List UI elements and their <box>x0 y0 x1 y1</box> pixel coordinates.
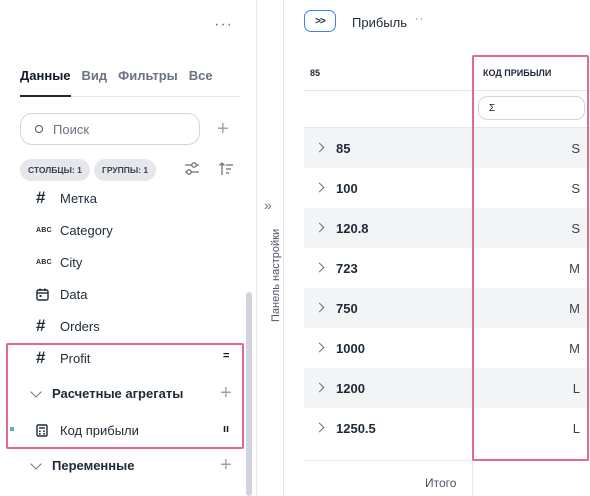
expand-arrows-icon[interactable]: » <box>264 197 272 213</box>
column-header[interactable]: 85 <box>310 68 320 78</box>
highlight-box <box>472 55 589 461</box>
field-label: Метка <box>60 190 97 206</box>
row-value: 120.8 <box>336 221 369 236</box>
row-value: 1000 <box>336 341 365 356</box>
group-variables[interactable]: Переменные <box>52 458 134 473</box>
tab-view[interactable]: Вид <box>82 68 108 83</box>
field-item[interactable]: # Метка <box>36 188 97 208</box>
number-type-icon: # <box>36 316 46 335</box>
string-type-icon: ABC <box>36 226 52 234</box>
row-value: 750 <box>336 301 358 316</box>
field-label: City <box>60 254 83 270</box>
row-value: 85 <box>336 141 351 156</box>
row-value: 1200 <box>336 381 365 396</box>
more-menu-button[interactable]: ··· <box>214 16 233 34</box>
table-view: >> Прибыль ·· 85 КОД ПРИБЫЛИ Σ 85 S 100 S 12… <box>284 0 590 496</box>
field-item[interactable]: Data <box>36 284 87 304</box>
search-icon <box>35 125 43 133</box>
chevron-right-icon[interactable] <box>314 422 325 433</box>
row-value: 723 <box>336 261 358 276</box>
panel-tabs: Данные Вид Фильтры Все <box>20 68 224 83</box>
chevron-right-icon[interactable] <box>314 382 325 393</box>
chevron-right-icon[interactable] <box>314 342 325 353</box>
chevron-right-icon[interactable] <box>314 302 325 313</box>
data-panel: ··· Данные Вид Фильтры Все + СТОЛБЦЫ: 1 … <box>0 0 256 496</box>
expand-panel-button[interactable]: >> <box>304 10 336 32</box>
add-variable-button[interactable]: + <box>220 455 232 475</box>
tab-filters[interactable]: Фильтры <box>118 68 178 83</box>
row-value: 1250.5 <box>336 421 376 436</box>
total-label: Итого <box>425 476 457 490</box>
chevron-right-icon[interactable] <box>314 222 325 233</box>
active-tab-indicator <box>20 95 71 97</box>
chevron-right-icon[interactable] <box>314 262 325 273</box>
number-type-icon: # <box>36 188 46 207</box>
field-label: Category <box>60 222 113 238</box>
search-box[interactable] <box>20 113 200 145</box>
search-input[interactable] <box>53 121 173 137</box>
chevron-down-icon[interactable] <box>30 458 42 470</box>
scrollbar[interactable] <box>246 292 252 496</box>
string-type-icon: ABC <box>36 258 52 266</box>
field-label: Data <box>60 286 88 302</box>
settings-panel-label: Панель настройки <box>270 228 282 322</box>
title-more-button[interactable]: ·· <box>415 13 424 25</box>
field-item[interactable]: ABC City <box>36 252 82 272</box>
highlight-box <box>6 343 244 449</box>
add-field-button[interactable]: + <box>217 119 229 139</box>
settings-sliders-icon[interactable] <box>184 162 200 176</box>
settings-panel-strip[interactable]: » Панель настройки <box>256 0 284 496</box>
tab-data[interactable]: Данные <box>20 68 71 83</box>
columns-chip[interactable]: СТОЛБЦЫ: 1 <box>20 159 90 181</box>
chevron-right-icon[interactable] <box>314 142 325 153</box>
field-item[interactable]: ABC Category <box>36 220 113 240</box>
tab-all[interactable]: Все <box>189 68 213 83</box>
field-label: Orders <box>60 318 100 334</box>
calendar-icon <box>36 288 58 301</box>
row-value: 100 <box>336 181 358 196</box>
field-item[interactable]: # Orders <box>36 316 100 336</box>
groups-chip[interactable]: ГРУППЫ: 1 <box>94 159 157 181</box>
sort-icon[interactable] <box>218 161 234 177</box>
chevron-right-icon[interactable] <box>314 182 325 193</box>
table-title: Прибыль <box>352 15 407 30</box>
